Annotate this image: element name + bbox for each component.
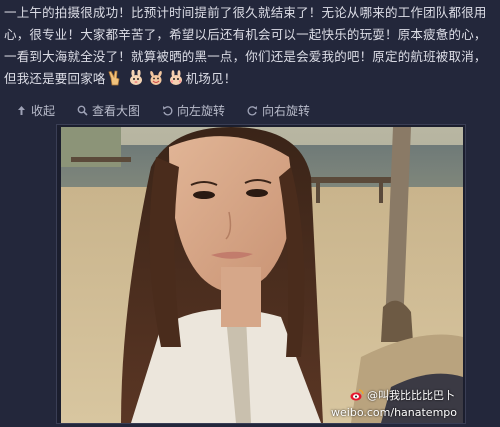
post-body-text: 一上午的拍摄很成功！比预计时间提前了很久就结束了！无论从哪来的工作团队都很用心，… [4,5,487,86]
beach-selfie-photo[interactable] [61,127,463,423]
photo-toolbar: 收起 查看大图 向左旋转 向右旋转 [8,98,500,122]
rotate-left-icon [163,105,173,115]
victory-hand-emoji-icon [108,70,120,86]
rotate-left-button[interactable]: 向左旋转 [162,102,225,119]
rabbit-wave-emoji-icon [169,70,182,85]
watermark-name: @叫我比比比巴卜 [367,389,455,402]
collapse-arrow-icon [18,105,25,115]
collapse-button[interactable]: 收起 [16,102,55,119]
view-large-label: 查看大图 [92,103,141,118]
weibo-logo-icon [350,389,364,401]
photo-frame[interactable]: @叫我比比比巴卜 weibo.com/hanatempo [56,124,466,424]
rotate-right-button[interactable]: 向右旋转 [247,102,310,119]
post-end-text: 机场见！ [185,71,237,86]
rotate-right-icon [247,105,258,115]
watermark-url: weibo.com/hanatempo [331,406,457,419]
view-large-button[interactable]: 查看大图 [77,102,140,119]
rabbit-emoji-icon [129,70,142,85]
rotate-left-label: 向左旋转 [177,103,226,118]
magnifier-icon [77,105,88,116]
weibo-watermark: @叫我比比比巴卜 [350,387,455,403]
rotate-right-label: 向右旋转 [262,103,311,118]
rabbit-dance-emoji-icon [149,70,162,85]
collapse-label: 收起 [31,103,56,118]
post-text: 一上午的拍摄很成功！比预计时间提前了很久就结束了！无论从哪来的工作团队都很用心，… [4,2,496,90]
